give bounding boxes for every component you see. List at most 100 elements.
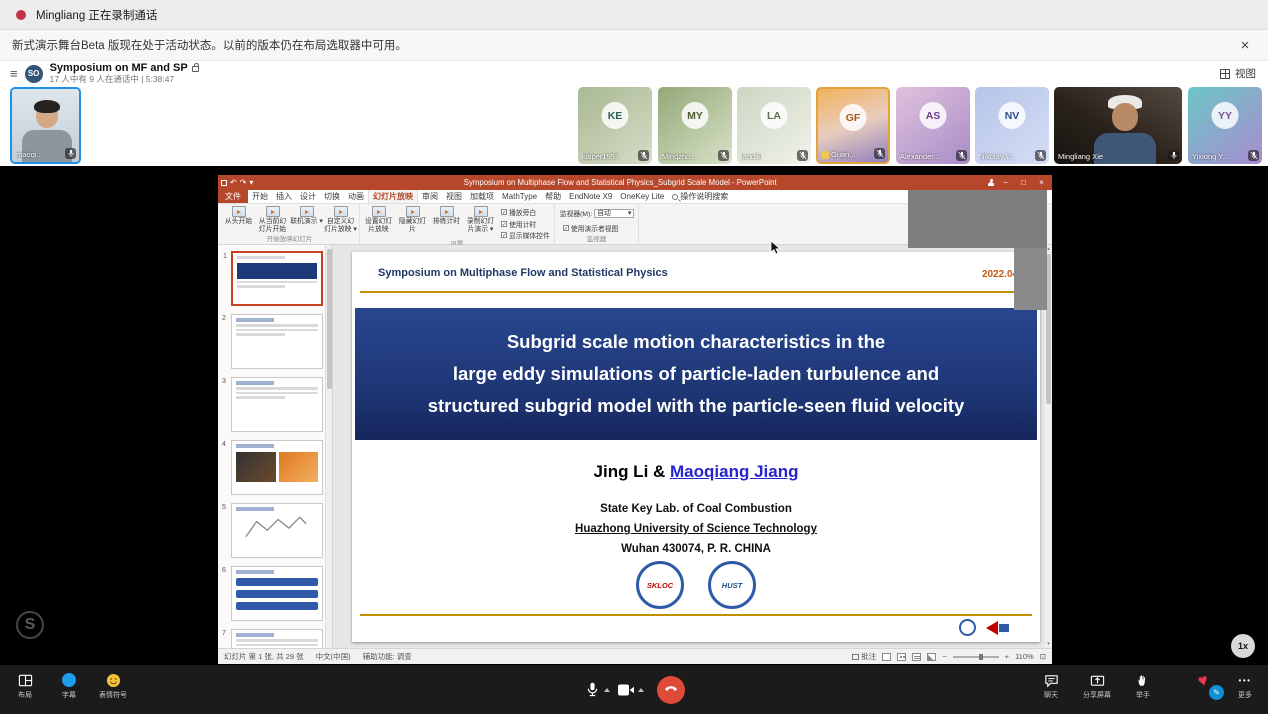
- powerpoint-window[interactable]: ↶ ↷ ▾ Symposium on Multiphase Flow and S…: [218, 175, 1052, 664]
- slide-counter: 幻灯片 第 1 张, 共 29 张: [224, 651, 304, 662]
- scroll-down-icon[interactable]: ▾: [1045, 641, 1052, 647]
- ppt-tab-切换[interactable]: 切换: [320, 190, 344, 203]
- slide-thumbnail-5[interactable]: 5: [231, 503, 323, 558]
- zoom-slider[interactable]: [953, 656, 999, 658]
- more-label: 更多: [1238, 690, 1252, 700]
- raise-hand-button[interactable]: 举手: [1128, 671, 1158, 700]
- slide-sorter-view-icon[interactable]: [897, 653, 906, 661]
- camera-options-chevron[interactable]: [638, 688, 644, 692]
- monitor-select[interactable]: 自动▾: [594, 209, 634, 218]
- ribbon-button-自定义幻灯片放映[interactable]: 自定义幻灯片放映 ▾: [324, 204, 357, 235]
- ppt-tab-幻灯片放映[interactable]: 幻灯片放映: [368, 190, 418, 203]
- ppt-tab-帮助[interactable]: 帮助: [541, 190, 565, 203]
- participant-tile-Mingzho...[interactable]: MYMingzho...: [658, 87, 732, 164]
- slide-title-line-2: large eddy simulations of particle-laden…: [355, 363, 1037, 385]
- overlay-panel-side: [1014, 248, 1047, 310]
- layout-button[interactable]: 布局: [10, 671, 40, 700]
- ppt-tab-开始[interactable]: 开始: [248, 190, 272, 203]
- avatar-initials: GF: [840, 104, 867, 131]
- camera-icon: [617, 681, 635, 699]
- ppt-tab-操作说明搜索[interactable]: 操作说明搜索: [668, 190, 732, 203]
- more-button[interactable]: •••更多: [1230, 671, 1260, 700]
- zoom-level-badge[interactable]: 1x: [1231, 634, 1255, 658]
- ribbon-button-隐藏幻灯片[interactable]: 隐藏幻灯片: [396, 204, 429, 240]
- pencil-reaction-icon: ✎: [1209, 685, 1224, 700]
- slide-thumbnail-4[interactable]: 4: [231, 440, 323, 495]
- thumbnail-scrollbar[interactable]: [325, 245, 332, 648]
- participant-tile-landiki[interactable]: LAlandiki: [737, 87, 811, 164]
- slide-thumbnail-3[interactable]: 3: [231, 377, 323, 432]
- redo-icon[interactable]: ↷: [240, 178, 247, 187]
- comments-button[interactable]: 批注: [852, 651, 876, 662]
- participant-strip: maoqi... KEkaiper1957MYMingzho...LAlandik…: [0, 86, 1268, 166]
- ppt-tab-文件[interactable]: 文件: [218, 190, 248, 203]
- zoom-percentage[interactable]: 110%: [1015, 652, 1034, 661]
- ppt-titlebar[interactable]: ↶ ↷ ▾ Symposium on Multiphase Flow and S…: [218, 175, 1052, 190]
- ppt-tab-视图[interactable]: 视图: [442, 190, 466, 203]
- slide-canvas[interactable]: Symposium on Multiphase Flow and Statist…: [352, 252, 1040, 642]
- ribbon-button-从头开始[interactable]: 从头开始: [222, 204, 255, 235]
- ribbon-button-从当前幻灯片开始[interactable]: 从当前幻灯片开始: [256, 204, 289, 235]
- zoom-in-button[interactable]: +: [1005, 652, 1009, 661]
- accessibility-status[interactable]: 辅助功能: 调查: [363, 651, 412, 662]
- ribbon-checkbox-播放旁白[interactable]: ✓播放旁白: [501, 207, 550, 217]
- ribbon-button-排练计时[interactable]: 排练计时: [430, 204, 463, 240]
- maximize-button[interactable]: □: [1016, 178, 1031, 187]
- ppt-tab-设计[interactable]: 设计: [296, 190, 320, 203]
- participant-tile-Mingliang Xie[interactable]: Mingliang Xie: [1054, 87, 1182, 164]
- slide-thumbnail-6[interactable]: 6: [231, 566, 323, 621]
- ppt-tab-OneKey Lite[interactable]: OneKey Lite: [616, 190, 668, 203]
- save-icon[interactable]: [221, 180, 227, 186]
- thumbnail-number: 7: [222, 630, 226, 637]
- participant-tile-kaiper1957[interactable]: KEkaiper1957: [578, 87, 652, 164]
- mic-button[interactable]: [584, 681, 610, 699]
- ppt-tab-插入[interactable]: 插入: [272, 190, 296, 203]
- slideshow-monitor-icon: [266, 206, 280, 217]
- slideshow-view-icon[interactable]: [927, 653, 936, 661]
- language-indicator[interactable]: 中文(中国): [316, 651, 351, 662]
- ribbon-button-录制幻灯片演示[interactable]: 录制幻灯片演示 ▾: [464, 204, 497, 240]
- user-account-icon[interactable]: [987, 179, 995, 187]
- end-call-button[interactable]: [657, 676, 685, 704]
- camera-button[interactable]: [617, 681, 644, 699]
- menu-icon[interactable]: ≡: [10, 66, 18, 81]
- participant-tile-Alexander...[interactable]: ASAlexander...: [896, 87, 970, 164]
- zoom-slider-knob[interactable]: [979, 654, 983, 660]
- captions-button[interactable]: 字幕: [54, 671, 84, 700]
- ribbon-button-联机演示[interactable]: 联机演示 ▾: [290, 204, 323, 235]
- slide-top-rule: [360, 291, 1032, 293]
- ppt-tab-加载项[interactable]: 加载项: [466, 190, 498, 203]
- ppt-tab-动画[interactable]: 动画: [344, 190, 368, 203]
- participant-name: Alexander...: [900, 152, 940, 161]
- chat-button[interactable]: 聊天: [1036, 671, 1066, 700]
- more-icon: •••: [1239, 671, 1252, 689]
- view-button[interactable]: 视图: [1220, 66, 1258, 81]
- participant-tile-maoqi...[interactable]: maoqi...: [10, 87, 81, 164]
- participant-tile-Nikolay V...[interactable]: NVNikolay V...: [975, 87, 1049, 164]
- ribbon-button-设置幻灯片放映[interactable]: 设置幻灯片放映: [362, 204, 395, 240]
- zoom-out-button[interactable]: −: [942, 652, 946, 661]
- qat-dropdown-icon[interactable]: ▾: [249, 178, 253, 187]
- slide-thumbnail-1[interactable]: 1: [231, 251, 323, 306]
- participant-tile-Guan...[interactable]: GFGuan...: [816, 87, 890, 164]
- ppt-tab-EndNote X9[interactable]: EndNote X9: [565, 190, 616, 203]
- normal-view-icon[interactable]: [882, 653, 891, 661]
- reactions-button[interactable]: 表情符号: [98, 671, 128, 700]
- participant-name: Mingliang Xie: [1058, 152, 1103, 161]
- slide-thumbnail-7[interactable]: 7: [231, 629, 323, 648]
- ribbon-checkbox-使用演示者视图[interactable]: ✓使用演示者视图: [563, 223, 632, 233]
- undo-icon[interactable]: ↶: [230, 178, 237, 187]
- ribbon-checkbox-显示媒体控件[interactable]: ✓显示媒体控件: [501, 230, 550, 240]
- fit-slide-button[interactable]: ⊡: [1040, 652, 1046, 661]
- ribbon-checkbox-使用计时[interactable]: ✓使用计时: [501, 219, 550, 229]
- mic-options-chevron[interactable]: [604, 688, 610, 692]
- close-button[interactable]: ×: [1034, 178, 1049, 187]
- minimize-button[interactable]: −: [998, 178, 1013, 187]
- slide-thumbnail-2[interactable]: 2: [231, 314, 323, 369]
- share-button[interactable]: 分享屏幕: [1082, 671, 1112, 700]
- ppt-tab-MathType[interactable]: MathType: [498, 190, 541, 203]
- close-icon[interactable]: ×: [1234, 37, 1256, 54]
- ppt-tab-审阅[interactable]: 审阅: [418, 190, 442, 203]
- participant-tile-Yixiong Y...[interactable]: YYYixiong Y...: [1188, 87, 1262, 164]
- reading-view-icon[interactable]: [912, 653, 921, 661]
